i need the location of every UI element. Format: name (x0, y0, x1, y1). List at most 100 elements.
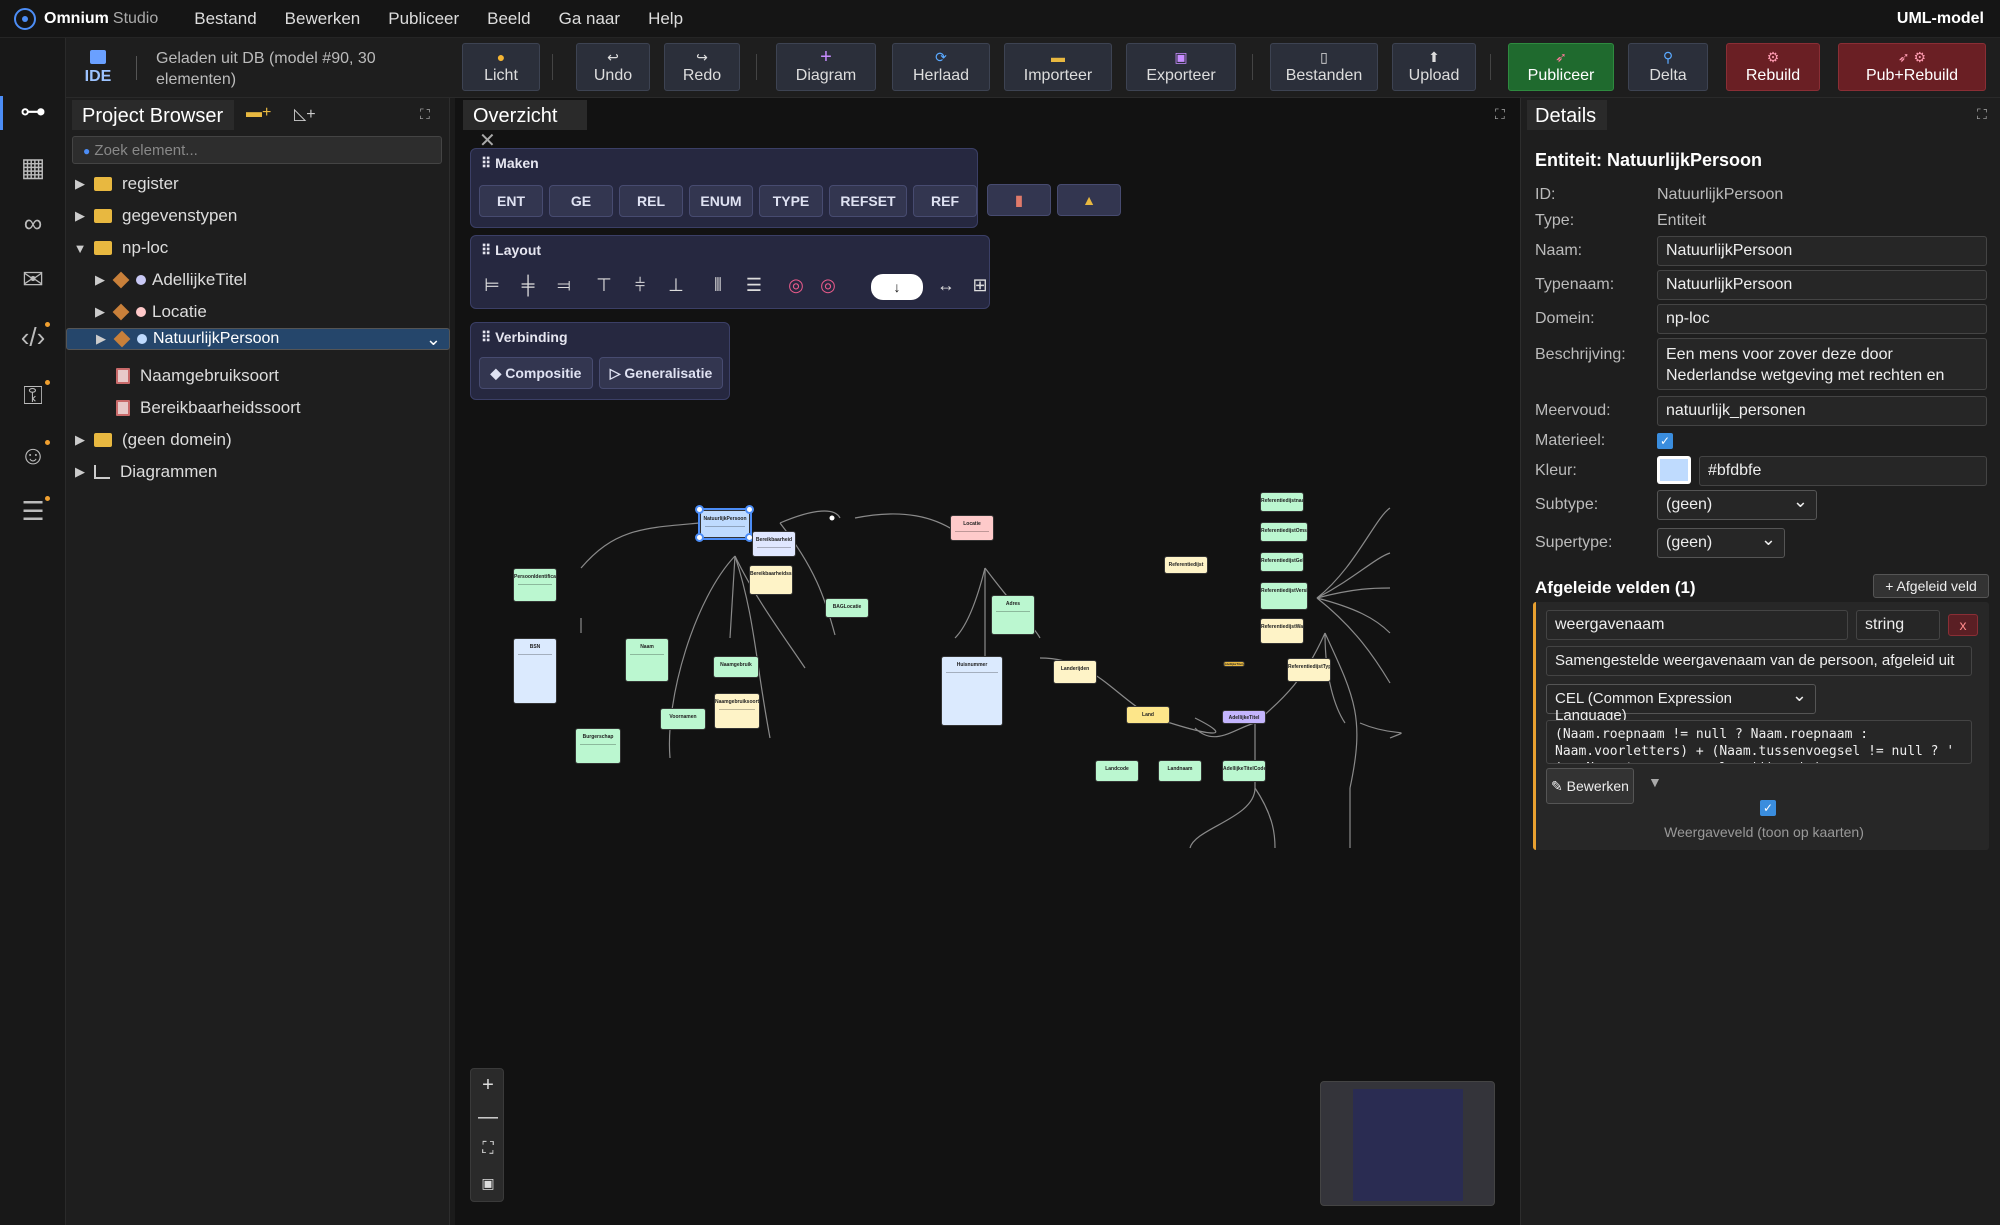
derived-name-input[interactable]: weergavenaam (1546, 610, 1848, 640)
node-naamgebruik[interactable]: Naamgebruik (713, 656, 759, 678)
node-referentiedijst[interactable]: Referentiedijst (1164, 556, 1208, 574)
naam-input[interactable]: NatuurlijkPersoon (1657, 236, 1987, 266)
expand-arrow-icon[interactable]: ▶ (92, 272, 108, 288)
export-button[interactable]: ▣ Exporteer (1126, 43, 1236, 91)
node-landerijden[interactable]: Landerijden (1053, 660, 1097, 684)
publish-rebuild-button[interactable]: ➶ ⚙ Pub+Rebuild (1838, 43, 1986, 91)
expression-language-select[interactable]: CEL (Common Expression Language) (1546, 684, 1816, 724)
expression-editor[interactable]: (Naam.roepnaam != null ? Naam.roepnaam :… (1546, 720, 1972, 764)
expand-icon[interactable]: ⛶ (420, 106, 430, 123)
display-field-checkbox[interactable]: ✓ (1760, 800, 1776, 816)
search-input[interactable]: ● Zoek element... (72, 136, 442, 164)
light-theme-button[interactable]: ● Licht (462, 43, 540, 91)
diagram-canvas[interactable]: Overzicht ✕ ⛶ ⠿ Maken ENT GE REL ENUM TY… (455, 98, 1520, 1225)
supertype-select[interactable]: (geen) (1657, 528, 1785, 558)
node-huisnummer[interactable]: Huisnummer (941, 656, 1003, 726)
menu-bestand[interactable]: Bestand (194, 9, 256, 29)
materieel-checkbox[interactable]: ✓ (1657, 433, 1673, 449)
add-folder-icon[interactable]: ▬+ (246, 104, 271, 122)
tree-item-register[interactable]: ▶ register (66, 168, 450, 200)
edit-expression-button[interactable]: ✎ Bewerken (1546, 768, 1634, 804)
expand-arrow-icon[interactable]: ▶ (72, 464, 88, 480)
node-referentiedijstomschrijving[interactable]: ReferentiedijstOmschrijving (1260, 522, 1308, 542)
color-swatch[interactable] (1657, 456, 1691, 484)
menu-beeld[interactable]: Beeld (487, 9, 530, 29)
domein-input[interactable]: np-loc (1657, 304, 1987, 334)
node-bereikbaarheidssoort[interactable]: Bereikbaarheidssoort (749, 565, 793, 595)
meervoud-input[interactable]: natuurlijk_personen (1657, 396, 1987, 426)
tree-item-bereikbaarheidssoort[interactable]: Bereikbaarheidssoort (66, 392, 450, 424)
menu-bewerken[interactable]: Bewerken (285, 9, 361, 29)
add-diagram-icon[interactable]: ◺+ (294, 104, 316, 124)
zoom-in-icon[interactable]: + (471, 1069, 505, 1101)
subtype-select[interactable]: (geen) (1657, 490, 1817, 520)
node-voornamen[interactable]: Voornamen (660, 708, 706, 730)
node-referentiedijstwaarde[interactable]: ReferentiedijstWaarde (1260, 618, 1304, 644)
menu-ga-naar[interactable]: Ga naar (559, 9, 620, 29)
node-naam[interactable]: Naam (625, 638, 669, 682)
tree-item-np-loc[interactable]: ▼ np-loc (66, 232, 450, 264)
chevron-down-icon[interactable]: ▼ (1648, 774, 1662, 790)
node-land[interactable]: Land (1126, 706, 1170, 724)
fit-view-icon[interactable]: ⛶ (471, 1133, 505, 1165)
node-adres[interactable]: Adres (991, 595, 1035, 635)
expand-arrow-icon[interactable]: ▶ (93, 331, 109, 347)
minimap[interactable] (1320, 1081, 1495, 1206)
node-referentiedijsttype[interactable]: ReferentiedijstType (1287, 658, 1331, 682)
remove-derived-field-button[interactable]: x (1948, 614, 1978, 636)
typenaam-input[interactable]: NatuurlijkPersoon (1657, 270, 1987, 300)
node-bsn[interactable]: BSN (513, 638, 557, 704)
undo-button[interactable]: ↩ Undo (576, 43, 650, 91)
node-referentiedijstversie[interactable]: ReferentiedijstVersie (1260, 582, 1308, 610)
node-locatie[interactable]: Locatie (950, 515, 994, 541)
hierarchy-icon[interactable]: ⊶ (16, 94, 50, 128)
derived-type-input[interactable]: string (1856, 610, 1940, 640)
node-referentiedijstnaam[interactable]: Referentiedijstnaam (1260, 492, 1304, 512)
kleur-input[interactable]: #bfdbfe (1699, 456, 1987, 486)
expand-arrow-icon[interactable]: ▶ (92, 304, 108, 320)
add-derived-field-button[interactable]: + Afgeleid veld (1873, 574, 1989, 598)
tree-item-geen-domein[interactable]: ▶ (geen domein) (66, 424, 450, 456)
new-diagram-button[interactable]: + Diagram (776, 43, 876, 91)
collapse-arrow-icon[interactable]: ▼ (72, 241, 88, 256)
import-button[interactable]: ▬ Importeer (1004, 43, 1112, 91)
key-icon[interactable]: ⚿ (16, 378, 50, 412)
node-natuurlijkpersoon[interactable]: NatuurlijkPersoon (698, 508, 752, 540)
zoom-out-icon[interactable]: — (471, 1101, 505, 1133)
users-icon[interactable]: ☺ (16, 438, 50, 472)
minimap-viewport[interactable] (1353, 1089, 1463, 1201)
node-landnaam[interactable]: Landnaam (1158, 760, 1202, 782)
lock-icon[interactable]: ▣ (471, 1167, 505, 1199)
derived-description-input[interactable]: Samengestelde weergavenaam van de persoo… (1546, 646, 1972, 676)
tree-item-adellijketitel[interactable]: ▶ AdellijkeTitel (66, 264, 450, 296)
node-baglocatie[interactable]: BAGLocatie (825, 598, 869, 618)
publish-button[interactable]: ➶ Publiceer (1508, 43, 1614, 91)
node-burgerschap[interactable]: Burgerschap (575, 728, 621, 764)
node-persoonidentificatie[interactable]: PersoonIdentificatie (513, 568, 557, 602)
mail-icon[interactable]: ✉ (16, 262, 50, 296)
menu-help[interactable]: Help (648, 9, 683, 29)
node-landcode[interactable]: Landcode (1095, 760, 1139, 782)
menu-publiceer[interactable]: Publiceer (388, 9, 459, 29)
table-icon[interactable]: ▦ (16, 150, 50, 184)
delta-button[interactable]: ⚲ Delta (1628, 43, 1708, 91)
tree-item-natuurlijkpersoon[interactable]: ▶ NatuurlijkPersoon (66, 328, 450, 350)
expand-arrow-icon[interactable]: ▶ (72, 176, 88, 192)
tree-item-naamgebruiksoort[interactable]: Naamgebruiksoort (66, 360, 450, 392)
list-icon[interactable]: ☰ (16, 494, 50, 528)
details-tab[interactable]: Details (1527, 100, 1607, 130)
files-button[interactable]: ▯ Bestanden (1270, 43, 1378, 91)
node-bereikbaarheid[interactable]: Bereikbaarheid (752, 531, 796, 557)
node-referentiedijstgeldigheid[interactable]: ReferentiedijstGeldigheid (1260, 552, 1304, 572)
node-adellijketitels[interactable]: AdellijkeTitels (1223, 661, 1245, 667)
graph-icon[interactable]: ∞ (16, 206, 50, 240)
code-icon[interactable]: ‹/› (16, 320, 50, 354)
project-browser-tab[interactable]: Project Browser (72, 100, 234, 130)
tree-item-gegevenstypen[interactable]: ▶ gegevenstypen (66, 200, 450, 232)
upload-button[interactable]: ⬆ Upload (1392, 43, 1476, 91)
reload-button[interactable]: ⟳ Herlaad (892, 43, 990, 91)
node-naamgebruiksoort[interactable]: Naamgebruiksoort (714, 693, 760, 729)
tree-item-locatie[interactable]: ▶ Locatie (66, 296, 450, 328)
redo-button[interactable]: ↪ Redo (664, 43, 740, 91)
expand-icon[interactable]: ⛶ (1977, 106, 1987, 123)
